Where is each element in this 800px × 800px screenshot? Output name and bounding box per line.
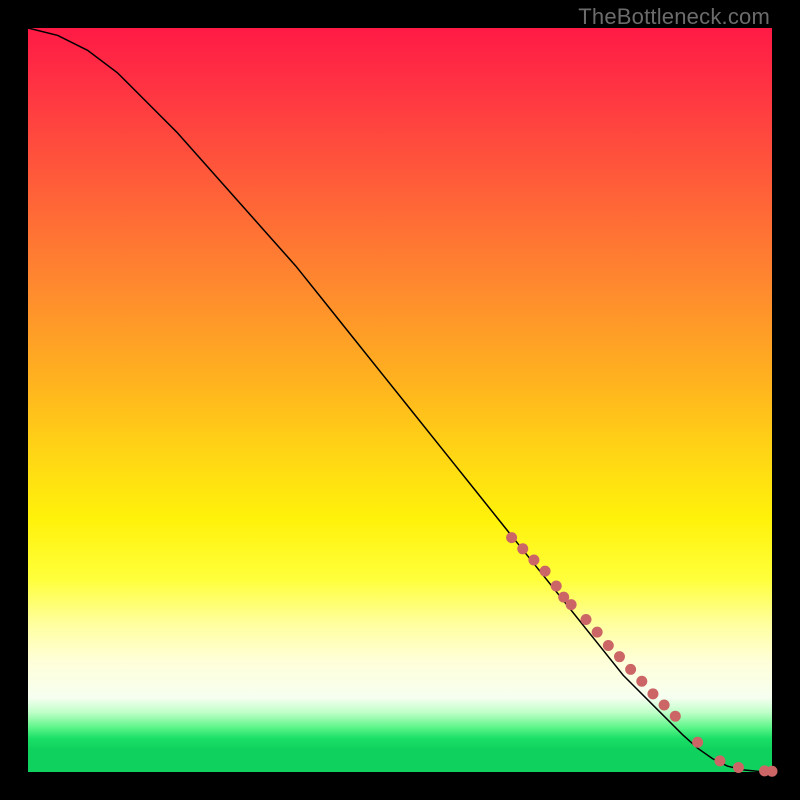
data-point [603,640,614,651]
data-point [636,676,647,687]
data-point [614,651,625,662]
data-point [517,543,528,554]
chart-frame: TheBottleneck.com [0,0,800,800]
data-point [551,581,562,592]
highlighted-points-group [506,532,777,777]
data-point [540,566,551,577]
data-point [733,762,744,773]
data-point [566,599,577,610]
bottleneck-curve [28,28,772,772]
watermark-text: TheBottleneck.com [578,4,770,30]
data-point [647,688,658,699]
data-point [692,737,703,748]
data-point [714,755,725,766]
data-point [670,711,681,722]
data-point [592,627,603,638]
data-point [625,664,636,675]
data-point [767,766,778,777]
data-point [581,614,592,625]
chart-overlay [28,28,772,772]
data-point [659,700,670,711]
data-point [528,554,539,565]
data-point [506,532,517,543]
